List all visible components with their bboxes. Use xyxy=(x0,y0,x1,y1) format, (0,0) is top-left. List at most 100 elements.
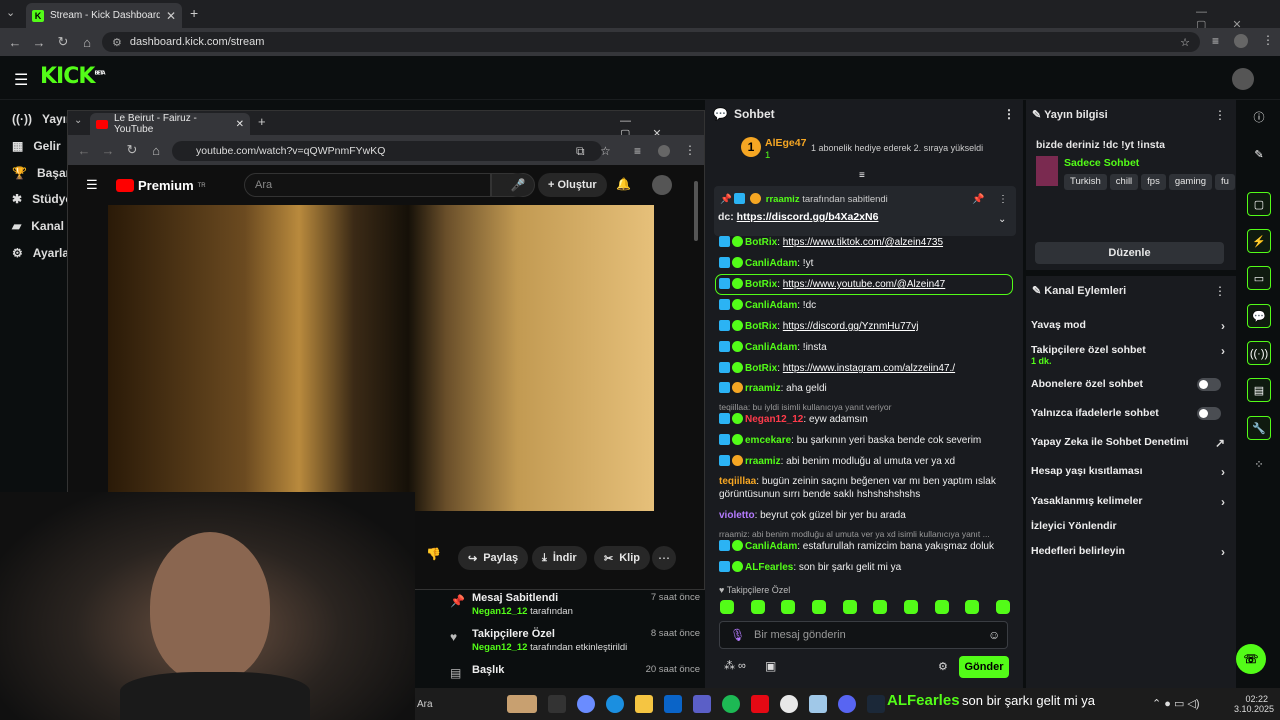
chat-message[interactable]: BotRix: https://discord.gg/YznmHu77vj xyxy=(719,320,1009,333)
chat-username[interactable]: CanliAdam xyxy=(745,300,797,311)
yt-browser-tab[interactable]: Le Beirut - Fairuz - YouTube ✕ xyxy=(90,113,250,135)
emote-icon[interactable] xyxy=(750,600,765,614)
broadcast-icon[interactable]: ((·)) xyxy=(1247,341,1271,365)
explorer-icon[interactable] xyxy=(635,695,653,713)
yt-reload-icon[interactable]: ↻ xyxy=(120,142,144,158)
yt-logo[interactable]: Premium TR xyxy=(116,178,206,193)
new-tab-icon[interactable]: + xyxy=(190,5,198,21)
chat-message[interactable]: CanliAdam: estafurullah ramizcim bana ya… xyxy=(719,540,1009,553)
chat-message[interactable]: CanliAdam: !dc xyxy=(719,299,1009,312)
yt-media-icon[interactable]: ≡ xyxy=(634,144,641,158)
pinned-link[interactable]: https://discord.gg/b4Xa2xN6 xyxy=(737,211,879,223)
emote-icon[interactable] xyxy=(995,600,1010,614)
tray-icons[interactable]: ⌃ ● ▭ ◁) xyxy=(1152,697,1200,710)
yt-search-input[interactable]: Ara xyxy=(244,173,491,197)
chat-message[interactable]: rraamiz: aha geldi xyxy=(719,382,1009,395)
yt-bell-icon[interactable]: 🔔 xyxy=(616,177,631,191)
chat-link[interactable]: https://www.youtube.com/@Alzein47 xyxy=(783,279,945,290)
chat-username[interactable]: BotRix xyxy=(745,237,777,248)
hamburger-menu-icon[interactable]: ☰ xyxy=(14,70,28,90)
channel-action-item[interactable]: İzleyici Yönlendir xyxy=(1031,520,1231,532)
copilot-icon[interactable] xyxy=(577,695,595,713)
teams-icon[interactable] xyxy=(693,695,711,713)
emote-icon[interactable] xyxy=(873,600,888,614)
address-bar[interactable]: ⚙ dashboard.kick.com/stream ☆ xyxy=(102,32,1200,52)
tag[interactable]: gaming xyxy=(1168,174,1213,190)
channel-action-item[interactable]: Hedefleri belirleyin › xyxy=(1031,545,1231,559)
tab-close-icon[interactable]: ✕ xyxy=(166,9,176,23)
yt-tab-close-icon[interactable]: ✕ xyxy=(236,119,244,130)
external-link-icon[interactable]: ↗ xyxy=(1215,436,1225,450)
top-gifter-user[interactable]: AlEge47 xyxy=(765,137,806,149)
yt-scrollbar[interactable] xyxy=(694,181,698,241)
chat-message[interactable]: BotRix: https://www.tiktok.com/@alzein47… xyxy=(719,236,1009,249)
channel-actions-menu-icon[interactable]: ⋮ xyxy=(1214,284,1226,298)
media-icon[interactable]: ≡ xyxy=(1212,34,1219,48)
channel-action-item[interactable]: Hesap yaşı kısıtlaması › xyxy=(1031,465,1231,479)
spotify-icon[interactable] xyxy=(722,695,740,713)
chevron-right-icon[interactable]: › xyxy=(1221,495,1225,509)
card-icon[interactable]: ▭ xyxy=(1247,266,1271,290)
yt-address-bar[interactable]: youtube.com/watch?v=qQWPnmFYwKQ xyxy=(172,141,602,161)
more-actions-icon[interactable]: ⋯ xyxy=(652,546,676,570)
category-link[interactable]: Sadece Sohbet xyxy=(1064,157,1139,169)
channel-action-item[interactable]: Yasaklanmış kelimeler › xyxy=(1031,495,1231,509)
back-icon[interactable]: ← xyxy=(3,35,27,50)
yt-back-icon[interactable]: ← xyxy=(72,143,96,158)
chat-username[interactable]: CanliAdam xyxy=(745,342,797,353)
send-button[interactable]: Gönder xyxy=(959,656,1009,678)
frame-icon[interactable]: ▢ xyxy=(1247,192,1271,216)
gift-icon[interactable]: ▣ xyxy=(765,659,776,673)
chat-message[interactable]: BotRix: https://www.youtube.com/@Alzein4… xyxy=(715,274,1013,295)
info-icon[interactable]: ⓘ xyxy=(1247,106,1271,130)
chat-username[interactable]: BotRix xyxy=(745,363,777,374)
collapse-icon[interactable]: ≡ xyxy=(859,170,865,181)
user-avatar[interactable] xyxy=(1232,68,1254,90)
discord-icon[interactable] xyxy=(838,695,856,713)
yt-home-icon[interactable]: ⌂ xyxy=(144,143,168,158)
toggle-switch[interactable] xyxy=(1197,378,1221,391)
channel-action-item[interactable]: Yavaş mod › xyxy=(1031,319,1231,333)
apps-icon[interactable]: ⁘ xyxy=(1247,453,1271,477)
emote-icon[interactable] xyxy=(903,600,918,614)
browser-menu-icon[interactable]: ⋮ xyxy=(1262,33,1274,47)
reload-icon[interactable]: ↻ xyxy=(51,34,75,50)
points-icon[interactable]: ⁂ ∞ xyxy=(724,659,746,672)
dislike-icon[interactable]: 👎 xyxy=(426,547,441,561)
chat-message[interactable]: BotRix: https://www.instagram.com/alzzei… xyxy=(719,362,1009,375)
tag[interactable]: fps xyxy=(1141,174,1166,190)
steam-icon[interactable] xyxy=(867,695,885,713)
chat-username[interactable]: rraamiz xyxy=(745,383,781,394)
chat-username[interactable]: ALFearles xyxy=(745,562,793,573)
share-button[interactable]: ↪ Paylaş xyxy=(458,546,529,570)
emote-icon[interactable] xyxy=(842,600,857,614)
app-icon[interactable] xyxy=(809,695,827,713)
edit-button[interactable]: Düzenle xyxy=(1035,242,1224,264)
site-info-icon[interactable]: ⚙ xyxy=(112,36,122,49)
channel-action-item[interactable]: Abonelere özel sohbet xyxy=(1031,378,1231,391)
wrench-icon[interactable]: 🔧 xyxy=(1247,416,1271,440)
layout-icon[interactable]: ▤ xyxy=(1247,378,1271,402)
yt-avatar[interactable] xyxy=(652,175,672,195)
bolt-icon[interactable]: ⚡ xyxy=(1247,229,1271,253)
pin-expand-icon[interactable]: ⌄ xyxy=(998,214,1006,225)
chat-link[interactable]: https://www.tiktok.com/@alzein4735 xyxy=(783,237,943,248)
chat-settings-icon[interactable]: ⚙ xyxy=(938,660,948,673)
yt-browser-menu-icon[interactable]: ⋮ xyxy=(684,143,696,157)
yt-menu-icon[interactable]: ☰ xyxy=(86,177,98,193)
chat-username[interactable]: CanliAdam xyxy=(745,541,797,552)
chat-username[interactable]: violetto xyxy=(719,510,755,521)
toggle-switch[interactable] xyxy=(1197,407,1221,420)
chat-message[interactable]: CanliAdam: !insta xyxy=(719,341,1009,354)
tag[interactable]: Turkish xyxy=(1064,174,1107,190)
forward-icon[interactable]: → xyxy=(27,35,51,50)
chevron-right-icon[interactable]: › xyxy=(1221,465,1225,479)
nav-ayarlar[interactable]: ⚙ Ayarla xyxy=(12,242,69,264)
emote-icon[interactable] xyxy=(965,600,980,614)
pinned-message[interactable]: 📌 rraamiz tarafından sabitlendi dc: http… xyxy=(714,186,1016,236)
emote-icon[interactable] xyxy=(811,600,826,614)
browser-tab-kick[interactable]: K Stream - Kick Dashboard ✕ xyxy=(26,3,182,28)
profile-avatar-icon[interactable] xyxy=(1234,34,1248,48)
chat-username[interactable]: BotRix xyxy=(745,279,777,290)
chevron-right-icon[interactable]: › xyxy=(1221,344,1225,358)
